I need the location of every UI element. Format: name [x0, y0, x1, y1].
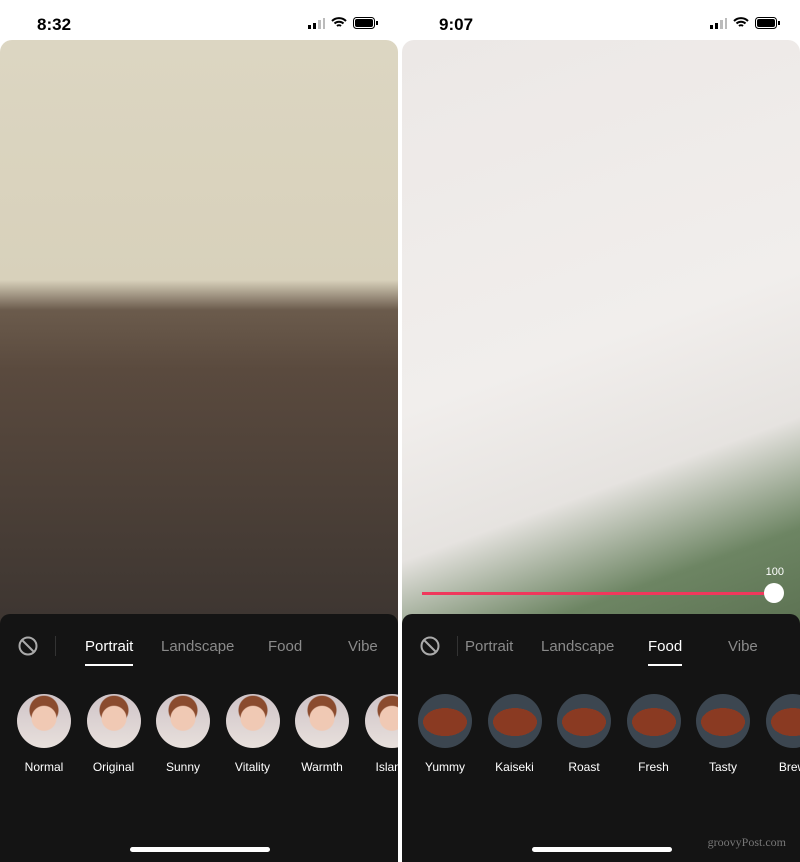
filter-label: Normal — [24, 760, 64, 774]
status-bar: 9:07 — [402, 0, 800, 40]
filter-roast[interactable]: Roast — [557, 694, 611, 774]
filter-thumbnail — [17, 694, 71, 748]
home-indicator[interactable] — [130, 847, 270, 852]
status-time: 8:32 — [37, 15, 72, 34]
filter-label: Original — [92, 760, 135, 774]
slider-value: 100 — [765, 566, 784, 578]
separator — [55, 636, 56, 656]
no-filter-icon[interactable] — [420, 636, 440, 656]
filter-thumbnail — [225, 694, 280, 748]
filter-tasty[interactable]: Tasty — [696, 694, 750, 774]
filter-kaiseki[interactable]: Kaiseki — [487, 694, 542, 774]
filter-panel: Portrait Landscape Food Vibe Yummy Kaisek… — [402, 614, 800, 862]
filter-thumbnail — [696, 694, 750, 748]
filter-label: Fresh — [638, 760, 669, 774]
battery-icon — [755, 17, 780, 29]
camera-preview — [0, 40, 398, 640]
intensity-slider[interactable] — [422, 583, 784, 603]
tab-portrait[interactable]: Portrait — [465, 638, 513, 655]
tab-portrait[interactable]: Portrait — [85, 638, 134, 666]
filter-label: Sunny — [165, 760, 201, 774]
phone-left: 8:32 Portrait Landscape Food Vibe Normal… — [0, 0, 398, 862]
filter-thumbnail — [557, 694, 611, 748]
filter-sunny[interactable]: Sunny — [156, 694, 210, 774]
filter-thumbnail — [626, 694, 681, 748]
tab-vibe[interactable]: Vibe — [348, 638, 378, 655]
filter-thumbnail — [418, 694, 472, 748]
tab-food[interactable]: Food — [268, 638, 302, 655]
filter-warmth[interactable]: Warmth — [295, 694, 349, 774]
filter-vitality[interactable]: Vitality — [225, 694, 280, 774]
phone-right: 9:07 100 Portrait Landscape Food Vibe Yu… — [402, 0, 800, 862]
filter-label: Warmth — [301, 760, 343, 774]
filter-fresh[interactable]: Fresh — [626, 694, 681, 774]
battery-icon — [353, 17, 378, 29]
home-indicator[interactable] — [532, 847, 672, 852]
filter-normal[interactable]: Normal — [17, 694, 71, 774]
separator — [457, 636, 458, 656]
status-bar: 8:32 — [0, 0, 398, 40]
filter-label: Yummy — [424, 760, 465, 774]
filter-panel: Portrait Landscape Food Vibe Normal Origi… — [0, 614, 398, 862]
filter-tabs: Portrait Landscape Food Vibe — [0, 626, 398, 666]
filter-original[interactable]: Original — [86, 694, 141, 774]
camera-preview — [402, 40, 800, 640]
filter-label: Vitality — [234, 760, 271, 774]
filter-label: Kaiseki — [495, 760, 534, 774]
filter-label: Roast — [568, 760, 600, 774]
signal-icon — [308, 17, 325, 29]
wifi-icon — [733, 17, 749, 27]
no-filter-icon[interactable] — [18, 636, 38, 656]
filter-label: Tasty — [708, 760, 737, 774]
filter-thumbnail — [86, 694, 141, 748]
filter-thumbnail — [364, 694, 398, 748]
status-time: 9:07 — [439, 15, 474, 34]
filter-thumbnail — [156, 694, 210, 748]
filter-thumbnail — [487, 694, 542, 748]
tab-landscape[interactable]: Landscape — [541, 638, 614, 655]
tab-landscape[interactable]: Landscape — [161, 638, 234, 655]
filter-yummy[interactable]: Yummy — [418, 694, 472, 774]
filter-label: Brew — [778, 760, 800, 774]
filter-island[interactable]: Island — [364, 694, 398, 774]
filter-thumbnail — [765, 694, 800, 748]
wifi-icon — [331, 17, 347, 27]
watermark: groovyPost.com — [707, 835, 786, 849]
tab-vibe[interactable]: Vibe — [728, 638, 758, 655]
signal-icon — [710, 17, 727, 29]
slider-handle[interactable] — [764, 583, 784, 603]
filter-label: Island — [375, 760, 398, 774]
filter-brew[interactable]: Brew — [765, 694, 800, 774]
filter-thumbnail — [295, 694, 349, 748]
filter-tabs: Portrait Landscape Food Vibe — [402, 626, 800, 666]
tab-food[interactable]: Food — [648, 638, 683, 666]
